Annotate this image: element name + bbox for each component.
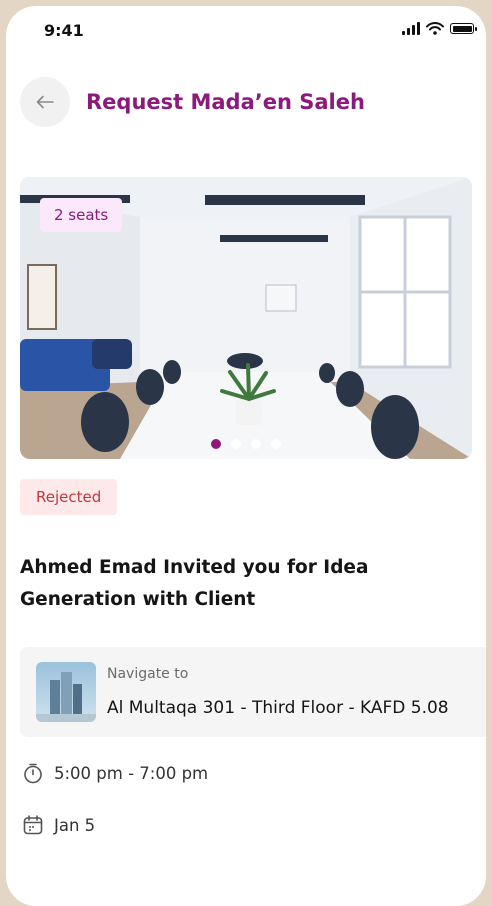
navigate-location: Al Multaqa 301 - Third Floor - KAFD 5.08 xyxy=(107,698,449,718)
time-range: 5:00 pm - 7:00 pm xyxy=(54,763,209,783)
invitation-text: Ahmed Emad Invited you for Idea Generati… xyxy=(20,552,460,616)
invitation-line: Ahmed Emad Invited you for Idea xyxy=(20,557,369,578)
room-image-carousel[interactable]: 2 seats xyxy=(20,177,472,459)
carousel-dot[interactable] xyxy=(231,439,241,449)
header: Request Mada’en Saleh xyxy=(20,76,365,128)
signal-icon xyxy=(402,22,420,35)
carousel-dot[interactable] xyxy=(251,439,261,449)
carousel-indicator xyxy=(20,439,472,449)
back-button[interactable] xyxy=(20,77,70,127)
timer-icon xyxy=(24,763,42,784)
carousel-dot[interactable] xyxy=(271,439,281,449)
status-time: 9:41 xyxy=(44,21,84,40)
navigate-label: Navigate to xyxy=(107,666,189,682)
wifi-icon xyxy=(426,22,444,35)
status-bar: 9:41 xyxy=(6,6,486,58)
status-badge: Rejected xyxy=(20,479,118,515)
carousel-dot[interactable] xyxy=(211,439,221,449)
time-row: 5:00 pm - 7:00 pm xyxy=(22,762,208,784)
seats-badge: 2 seats xyxy=(40,198,123,232)
status-icons xyxy=(402,22,477,35)
invitation-line: Generation with Client xyxy=(20,589,256,610)
building-thumbnail xyxy=(36,662,96,722)
date-value: Jan 5 xyxy=(54,815,96,835)
calendar-icon xyxy=(23,815,43,835)
battery-icon xyxy=(450,23,477,34)
back-arrow-icon xyxy=(36,95,54,109)
phone-screen: 9:41 Request Mada’en Saleh 2 seats Rejec… xyxy=(6,6,486,906)
navigate-card[interactable]: Navigate to Al Multaqa 301 - Third Floor… xyxy=(20,647,486,737)
page-title: Request Mada’en Saleh xyxy=(86,90,365,114)
date-row: Jan 5 xyxy=(22,814,95,836)
